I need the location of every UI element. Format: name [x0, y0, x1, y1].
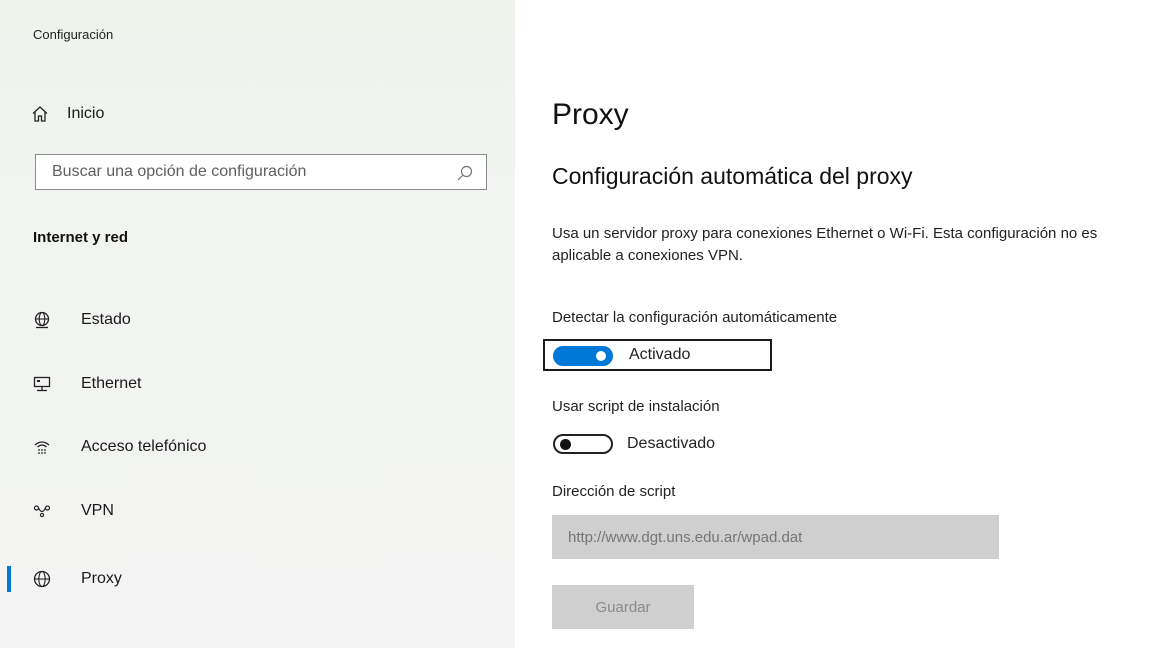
page-title: Proxy	[552, 98, 629, 131]
save-button[interactable]: Guardar	[552, 585, 694, 629]
app-title: Configuración	[33, 27, 114, 42]
description-text: Usa un servidor proxy para conexiones Et…	[552, 225, 1098, 264]
auto-detect-state: Activado	[629, 346, 691, 363]
script-address-input[interactable]	[552, 515, 999, 559]
section-heading: Configuración automática del proxy	[552, 163, 913, 189]
search-box[interactable]	[35, 154, 487, 190]
home-icon	[32, 106, 48, 122]
vpn-icon	[33, 505, 51, 518]
toggle-knob	[596, 351, 606, 361]
sidebar-item-vpn[interactable]: VPN	[0, 491, 515, 531]
globe-status-icon	[34, 311, 50, 329]
sidebar-item-home[interactable]: Inicio	[0, 94, 515, 134]
auto-detect-toggle-row: Activado	[543, 339, 772, 371]
sidebar-item-estado[interactable]: Estado	[0, 300, 515, 340]
use-script-toggle[interactable]	[553, 434, 613, 454]
search-input[interactable]	[36, 155, 452, 189]
auto-detect-label: Detectar la configuración automáticament…	[552, 309, 838, 326]
auto-detect-toggle[interactable]	[553, 346, 613, 366]
sidebar-item-label: Inicio	[67, 105, 105, 122]
dialup-icon	[34, 441, 50, 454]
sidebar-item-label: Proxy	[81, 570, 122, 587]
sidebar-item-label: Acceso telefónico	[81, 438, 207, 455]
ethernet-icon	[33, 376, 51, 392]
use-script-toggle-row: Desactivado	[552, 432, 792, 464]
use-script-label: Usar script de instalación	[552, 398, 720, 415]
globe-icon	[33, 570, 51, 588]
main-content: Proxy Configuración automática del proxy…	[543, 0, 1149, 648]
sidebar-item-label: VPN	[81, 502, 114, 519]
sidebar-item-acceso-telefonico[interactable]: Acceso telefónico	[0, 427, 515, 467]
sidebar-item-proxy[interactable]: Proxy	[0, 559, 515, 599]
script-address-label: Dirección de script	[552, 483, 676, 500]
sidebar: Configuración Inicio Internet y red Esta…	[0, 0, 515, 648]
search-icon[interactable]	[456, 164, 474, 182]
sidebar-item-ethernet[interactable]: Ethernet	[0, 364, 515, 404]
sidebar-item-label: Ethernet	[81, 375, 142, 392]
section-title: Internet y red	[33, 229, 129, 246]
toggle-knob	[560, 439, 571, 450]
use-script-state: Desactivado	[627, 435, 716, 452]
sidebar-item-label: Estado	[81, 311, 131, 328]
